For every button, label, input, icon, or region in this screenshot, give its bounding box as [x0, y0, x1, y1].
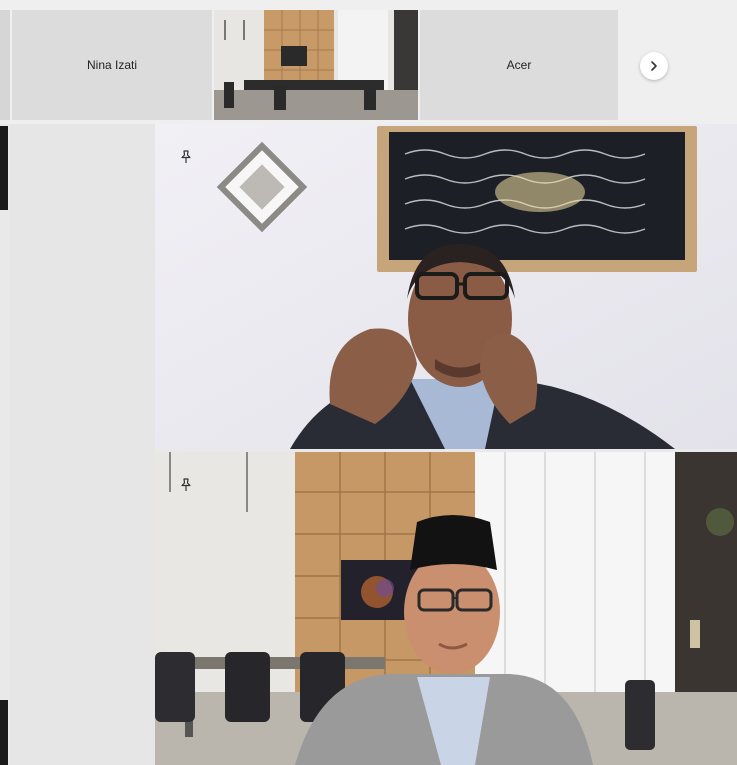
- pin-button[interactable]: [175, 146, 197, 168]
- video-feed-speaker-1: [155, 124, 737, 449]
- pin-icon: [181, 150, 191, 163]
- video-feed-speaker-2: [155, 452, 737, 765]
- office-thumbnail: [214, 10, 418, 120]
- participant-tile-acer[interactable]: Acer: [420, 10, 618, 120]
- participant-tile-video[interactable]: [214, 10, 418, 120]
- pin-button[interactable]: [175, 474, 197, 496]
- participant-strip: Nina Izati Acer: [0, 0, 737, 124]
- participant-tile-nina-izati[interactable]: Nina Izati: [12, 10, 212, 120]
- next-page-button[interactable]: [640, 52, 668, 80]
- main-video-1[interactable]: [155, 124, 737, 449]
- participant-name: Nina Izati: [86, 58, 138, 72]
- chevron-right-icon: [651, 61, 657, 71]
- main-video-2[interactable]: [155, 452, 737, 765]
- participant-name: Acer: [506, 58, 532, 72]
- partial-video-tile: [0, 700, 8, 765]
- partial-video-tile: [0, 126, 8, 210]
- side-panel: [10, 124, 155, 765]
- pin-icon: [181, 478, 191, 491]
- participant-tile-partial[interactable]: [0, 10, 10, 120]
